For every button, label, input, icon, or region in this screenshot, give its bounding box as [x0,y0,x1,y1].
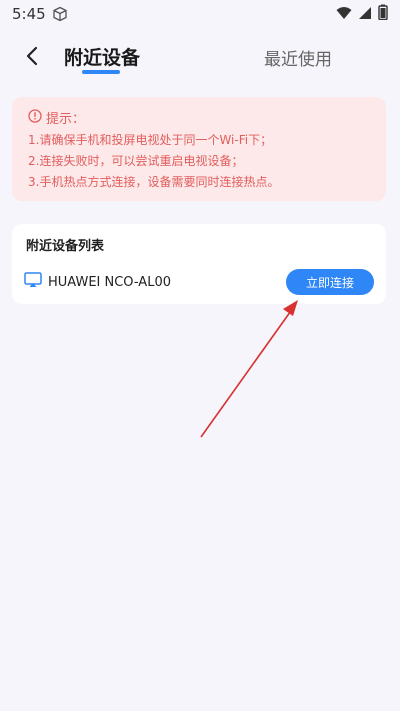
device-name: HUAWEI NCO-AL00 [48,274,171,290]
cast-screen-icon [24,272,42,292]
info-circle-icon [28,108,42,127]
cellular-signal-icon [358,5,372,24]
tip-line: 1.请确保手机和投屏电视处于同一个Wi-Fi下； [28,133,273,147]
status-bar: 5:45 [0,0,400,28]
device-list-card: 附近设备列表 HUAWEI NCO-AL00 立即连接 [12,224,386,304]
battery-icon [378,4,388,24]
tips-header: 提示： [28,107,370,127]
active-tab-indicator [82,70,120,74]
tab-nearby-devices[interactable]: 附近设备 [64,43,140,70]
connect-now-button[interactable]: 立即连接 [286,269,374,295]
tips-list: 1.请确保手机和投屏电视处于同一个Wi-Fi下； 2.连接失败时，可以尝试重启电… [28,130,370,193]
tips-title: 提示： [46,111,86,127]
back-chevron-icon [25,46,39,70]
top-navigation: 附近设备 最近使用 [0,36,400,80]
cube-icon [52,6,68,22]
wifi-icon [336,5,352,24]
tip-line: 3.手机热点方式连接，设备需要同时连接热点。 [28,175,280,189]
tip-line: 2.连接失败时，可以尝试重启电视设备； [28,154,244,168]
device-list-title: 附近设备列表 [26,239,105,254]
status-icons [336,4,388,24]
status-time: 5:45 [12,5,46,23]
list-item: HUAWEI NCO-AL00 立即连接 [24,268,374,296]
tab-recently-used[interactable]: 最近使用 [264,45,332,70]
tips-card: 提示： 1.请确保手机和投屏电视处于同一个Wi-Fi下； 2.连接失败时，可以尝… [12,97,386,201]
back-button[interactable] [18,44,46,72]
